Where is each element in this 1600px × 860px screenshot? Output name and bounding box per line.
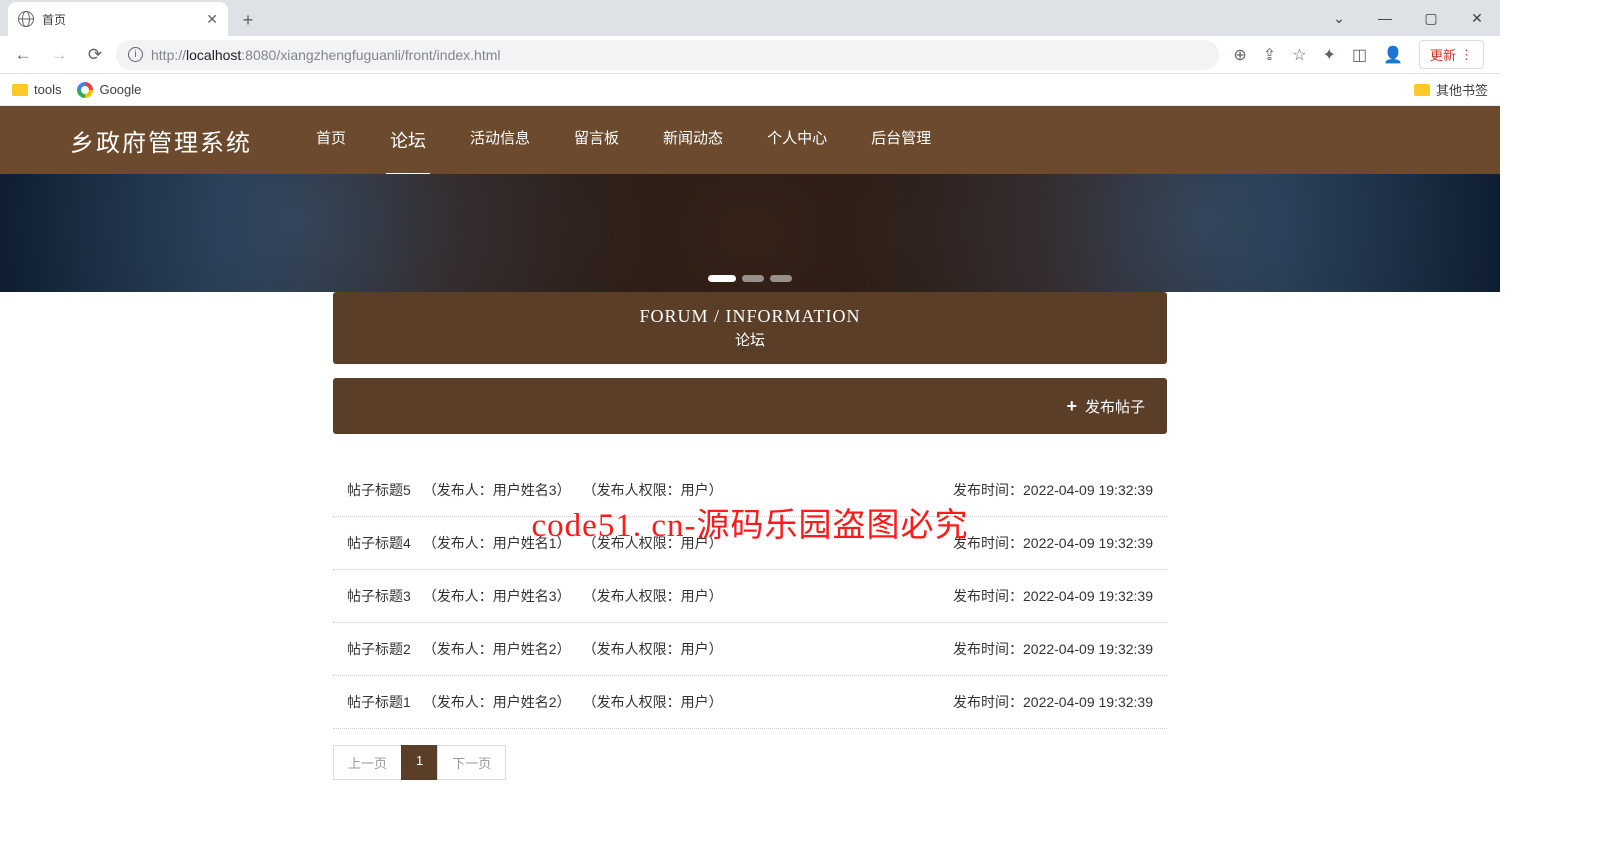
carousel-dots <box>708 275 792 282</box>
url-port: :8080 <box>241 47 276 63</box>
tab-title: 首页 <box>42 11 66 28</box>
post-permission: （发布人权限：用户） <box>583 639 723 659</box>
menu-dots-icon: ⋮ <box>1460 47 1473 63</box>
folder-icon <box>12 84 28 96</box>
bookmark-star-icon[interactable]: ☆ <box>1292 45 1306 65</box>
browser-tab[interactable]: 首页 ✕ <box>8 2 228 36</box>
bookmark-tools[interactable]: tools <box>12 82 61 97</box>
post-title: 帖子标题4 <box>347 533 411 553</box>
extensions-icon[interactable]: ✦ <box>1323 45 1336 65</box>
reload-button[interactable]: ⟳ <box>80 40 110 70</box>
carousel-dot[interactable] <box>770 275 792 282</box>
carousel-dot[interactable] <box>742 275 764 282</box>
nav-item[interactable]: 后台管理 <box>867 106 935 175</box>
post-row[interactable]: 帖子标题3 （发布人：用户姓名3） （发布人权限：用户） 发布时间：2022-04-0… <box>333 570 1167 623</box>
section-header: FORUM / INFORMATION 论坛 <box>333 292 1167 364</box>
update-button[interactable]: 更新 ⋮ <box>1419 40 1484 69</box>
new-post-button[interactable]: + 发布帖子 <box>1066 396 1145 417</box>
post-row[interactable]: 帖子标题1 （发布人：用户姓名2） （发布人权限：用户） 发布时间：2022-04-0… <box>333 676 1167 729</box>
minimize-button[interactable]: — <box>1362 2 1408 34</box>
post-permission: （发布人权限：用户） <box>583 586 723 606</box>
globe-icon <box>18 11 34 27</box>
google-icon <box>77 82 93 98</box>
post-btn-label: 发布帖子 <box>1085 396 1145 417</box>
url-input[interactable]: i http://localhost:8080/xiangzhengfuguan… <box>116 40 1219 70</box>
post-permission: （发布人权限：用户） <box>583 480 723 500</box>
tab-bar: 首页 ✕ + ⌄ — ▢ ✕ <box>0 0 1500 36</box>
url-path: /xiangzhengfuguanli/front/index.html <box>276 47 500 63</box>
back-button[interactable]: ← <box>8 40 38 70</box>
window-controls: ⌄ — ▢ ✕ <box>1316 0 1500 36</box>
close-tab-icon[interactable]: ✕ <box>206 11 218 28</box>
post-time: 发布时间：2022-04-09 19:32:39 <box>953 480 1153 500</box>
new-tab-button[interactable]: + <box>234 6 262 34</box>
bookmark-other[interactable]: 其他书签 <box>1414 80 1488 99</box>
nav-item[interactable]: 新闻动态 <box>659 106 727 175</box>
maximize-button[interactable]: ▢ <box>1408 2 1454 34</box>
post-time: 发布时间：2022-04-09 19:32:39 <box>953 533 1153 553</box>
forward-button[interactable]: → <box>44 40 74 70</box>
post-author: （发布人：用户姓名2） <box>423 639 571 659</box>
section-title-en: FORUM / INFORMATION <box>347 306 1153 327</box>
folder-icon <box>1414 84 1430 96</box>
post-title: 帖子标题2 <box>347 639 411 659</box>
post-title: 帖子标题3 <box>347 586 411 606</box>
post-time: 发布时间：2022-04-09 19:32:39 <box>953 692 1153 712</box>
url-host: localhost <box>186 47 241 63</box>
nav-item[interactable]: 论坛 <box>386 106 430 175</box>
post-title: 帖子标题1 <box>347 692 411 712</box>
nav-item[interactable]: 个人中心 <box>763 106 831 175</box>
pagination: 上一页 1 下一页 <box>333 745 1167 780</box>
nav-item[interactable]: 首页 <box>312 106 350 175</box>
prev-page-button[interactable]: 上一页 <box>333 745 402 780</box>
plus-icon: + <box>1066 396 1077 417</box>
nav-item[interactable]: 活动信息 <box>466 106 534 175</box>
section-title-cn: 论坛 <box>347 329 1153 350</box>
post-permission: （发布人权限：用户） <box>583 692 723 712</box>
site-logo[interactable]: 乡政府管理系统 <box>70 123 252 158</box>
update-label: 更新 <box>1430 45 1456 64</box>
bookmark-label: tools <box>34 82 61 97</box>
post-author: （发布人：用户姓名3） <box>423 480 571 500</box>
post-author: （发布人：用户姓名2） <box>423 692 571 712</box>
hero-banner <box>0 174 1500 292</box>
watermark-text: code51. cn-源码乐园盗图必究 <box>532 498 969 546</box>
address-bar: ← → ⟳ i http://localhost:8080/xiangzheng… <box>0 36 1500 74</box>
nav-item[interactable]: 留言板 <box>570 106 623 175</box>
bookmark-google[interactable]: Google <box>77 82 141 98</box>
close-window-button[interactable]: ✕ <box>1454 2 1500 34</box>
bookmarks-bar: tools Google 其他书签 <box>0 74 1500 106</box>
main-nav: 首页论坛活动信息留言板新闻动态个人中心后台管理 <box>312 106 935 175</box>
bookmark-label: Google <box>99 82 141 97</box>
url-prefix: http:// <box>151 47 186 63</box>
post-row[interactable]: 帖子标题2 （发布人：用户姓名2） （发布人权限：用户） 发布时间：2022-04-0… <box>333 623 1167 676</box>
share-icon[interactable]: ⇪ <box>1263 45 1276 65</box>
profile-icon[interactable]: 👤 <box>1383 45 1403 65</box>
site-header: 乡政府管理系统 首页论坛活动信息留言板新闻动态个人中心后台管理 <box>0 106 1500 174</box>
page-number-button[interactable]: 1 <box>401 745 438 780</box>
post-time: 发布时间：2022-04-09 19:32:39 <box>953 639 1153 659</box>
bookmark-label: 其他书签 <box>1436 80 1488 99</box>
search-icon[interactable]: ⊕ <box>1233 45 1246 65</box>
post-time: 发布时间：2022-04-09 19:32:39 <box>953 586 1153 606</box>
dropdown-icon[interactable]: ⌄ <box>1316 2 1362 34</box>
next-page-button[interactable]: 下一页 <box>437 745 506 780</box>
page-content: 乡政府管理系统 首页论坛活动信息留言板新闻动态个人中心后台管理 FORUM / … <box>0 106 1500 860</box>
post-author: （发布人：用户姓名3） <box>423 586 571 606</box>
site-info-icon[interactable]: i <box>128 47 143 62</box>
post-title: 帖子标题5 <box>347 480 411 500</box>
sidepanel-icon[interactable]: ◫ <box>1352 45 1367 65</box>
carousel-dot[interactable] <box>708 275 736 282</box>
action-bar: + 发布帖子 <box>333 378 1167 434</box>
